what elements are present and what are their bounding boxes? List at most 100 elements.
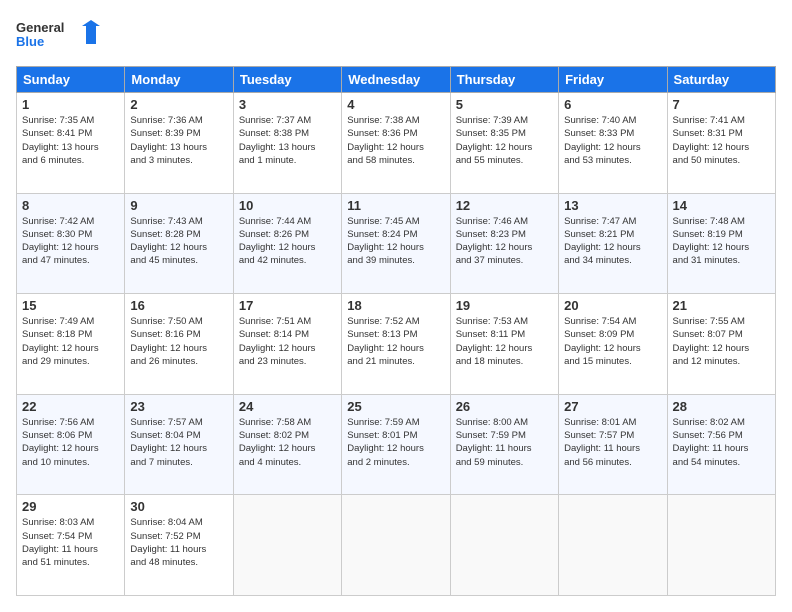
weekday-thursday: Thursday bbox=[450, 67, 558, 93]
day-info: Sunrise: 7:50 AMSunset: 8:16 PMDaylight:… bbox=[130, 315, 227, 368]
day-number: 1 bbox=[22, 97, 119, 112]
day-info: Sunrise: 7:38 AMSunset: 8:36 PMDaylight:… bbox=[347, 114, 444, 167]
weekday-tuesday: Tuesday bbox=[233, 67, 341, 93]
day-cell: 9 Sunrise: 7:43 AMSunset: 8:28 PMDaylight… bbox=[125, 193, 233, 294]
day-number: 29 bbox=[22, 499, 119, 514]
svg-text:Blue: Blue bbox=[16, 34, 44, 49]
day-number: 16 bbox=[130, 298, 227, 313]
day-info: Sunrise: 7:40 AMSunset: 8:33 PMDaylight:… bbox=[564, 114, 661, 167]
day-info: Sunrise: 8:04 AMSunset: 7:52 PMDaylight:… bbox=[130, 516, 227, 569]
week-row-1: 1 Sunrise: 7:35 AMSunset: 8:41 PMDaylight… bbox=[17, 93, 776, 194]
day-number: 18 bbox=[347, 298, 444, 313]
day-cell: 8 Sunrise: 7:42 AMSunset: 8:30 PMDaylight… bbox=[17, 193, 125, 294]
week-row-2: 8 Sunrise: 7:42 AMSunset: 8:30 PMDaylight… bbox=[17, 193, 776, 294]
day-cell: 5 Sunrise: 7:39 AMSunset: 8:35 PMDaylight… bbox=[450, 93, 558, 194]
day-info: Sunrise: 7:41 AMSunset: 8:31 PMDaylight:… bbox=[673, 114, 770, 167]
day-cell: 30Sunrise: 8:04 AMSunset: 7:52 PMDayligh… bbox=[125, 495, 233, 596]
day-cell: 10Sunrise: 7:44 AMSunset: 8:26 PMDayligh… bbox=[233, 193, 341, 294]
day-info: Sunrise: 7:39 AMSunset: 8:35 PMDaylight:… bbox=[456, 114, 553, 167]
logo: General Blue bbox=[16, 16, 106, 56]
day-number: 5 bbox=[456, 97, 553, 112]
day-cell: 20 Sunrise: 7:54 AMSunset: 8:09 PMDayligh… bbox=[559, 294, 667, 395]
day-info: Sunrise: 7:36 AMSunset: 8:39 PMDaylight:… bbox=[130, 114, 227, 167]
day-number: 21 bbox=[673, 298, 770, 313]
day-cell bbox=[667, 495, 775, 596]
calendar-table: SundayMondayTuesdayWednesdayThursdayFrid… bbox=[16, 66, 776, 596]
day-info: Sunrise: 8:02 AMSunset: 7:56 PMDaylight:… bbox=[673, 416, 770, 469]
day-info: Sunrise: 7:42 AMSunset: 8:30 PMDaylight:… bbox=[22, 215, 119, 268]
day-number: 27 bbox=[564, 399, 661, 414]
day-number: 8 bbox=[22, 198, 119, 213]
day-cell: 26 Sunrise: 8:00 AMSunset: 7:59 PMDayligh… bbox=[450, 394, 558, 495]
day-number: 3 bbox=[239, 97, 336, 112]
day-number: 2 bbox=[130, 97, 227, 112]
day-cell: 7Sunrise: 7:41 AMSunset: 8:31 PMDaylight… bbox=[667, 93, 775, 194]
day-cell: 14 Sunrise: 7:48 AMSunset: 8:19 PMDayligh… bbox=[667, 193, 775, 294]
day-info: Sunrise: 7:52 AMSunset: 8:13 PMDaylight:… bbox=[347, 315, 444, 368]
day-cell: 12 Sunrise: 7:46 AMSunset: 8:23 PMDayligh… bbox=[450, 193, 558, 294]
day-info: Sunrise: 7:54 AMSunset: 8:09 PMDaylight:… bbox=[564, 315, 661, 368]
day-cell bbox=[342, 495, 450, 596]
day-cell: 17 Sunrise: 7:51 AMSunset: 8:14 PMDayligh… bbox=[233, 294, 341, 395]
day-cell bbox=[233, 495, 341, 596]
week-row-3: 15 Sunrise: 7:49 AMSunset: 8:18 PMDayligh… bbox=[17, 294, 776, 395]
day-number: 14 bbox=[673, 198, 770, 213]
day-cell: 28 Sunrise: 8:02 AMSunset: 7:56 PMDayligh… bbox=[667, 394, 775, 495]
day-cell: 21 Sunrise: 7:55 AMSunset: 8:07 PMDayligh… bbox=[667, 294, 775, 395]
day-cell: 23 Sunrise: 7:57 AMSunset: 8:04 PMDayligh… bbox=[125, 394, 233, 495]
day-cell bbox=[559, 495, 667, 596]
weekday-sunday: Sunday bbox=[17, 67, 125, 93]
day-number: 26 bbox=[456, 399, 553, 414]
day-cell: 3 Sunrise: 7:37 AMSunset: 8:38 PMDaylight… bbox=[233, 93, 341, 194]
day-number: 23 bbox=[130, 399, 227, 414]
day-info: Sunrise: 7:47 AMSunset: 8:21 PMDaylight:… bbox=[564, 215, 661, 268]
day-cell: 15 Sunrise: 7:49 AMSunset: 8:18 PMDayligh… bbox=[17, 294, 125, 395]
weekday-monday: Monday bbox=[125, 67, 233, 93]
day-cell: 16 Sunrise: 7:50 AMSunset: 8:16 PMDayligh… bbox=[125, 294, 233, 395]
day-info: Sunrise: 8:03 AMSunset: 7:54 PMDaylight:… bbox=[22, 516, 119, 569]
day-info: Sunrise: 7:55 AMSunset: 8:07 PMDaylight:… bbox=[673, 315, 770, 368]
day-number: 28 bbox=[673, 399, 770, 414]
day-cell: 27 Sunrise: 8:01 AMSunset: 7:57 PMDayligh… bbox=[559, 394, 667, 495]
page: General Blue SundayMondayTuesdayWednesda… bbox=[0, 0, 792, 612]
day-info: Sunrise: 7:51 AMSunset: 8:14 PMDaylight:… bbox=[239, 315, 336, 368]
week-row-5: 29 Sunrise: 8:03 AMSunset: 7:54 PMDayligh… bbox=[17, 495, 776, 596]
day-info: Sunrise: 7:49 AMSunset: 8:18 PMDaylight:… bbox=[22, 315, 119, 368]
day-info: Sunrise: 7:35 AMSunset: 8:41 PMDaylight:… bbox=[22, 114, 119, 167]
day-info: Sunrise: 7:59 AMSunset: 8:01 PMDaylight:… bbox=[347, 416, 444, 469]
day-cell: 24 Sunrise: 7:58 AMSunset: 8:02 PMDayligh… bbox=[233, 394, 341, 495]
svg-text:General: General bbox=[16, 20, 64, 35]
day-info: Sunrise: 7:44 AMSunset: 8:26 PMDaylight:… bbox=[239, 215, 336, 268]
day-number: 11 bbox=[347, 198, 444, 213]
day-number: 15 bbox=[22, 298, 119, 313]
day-number: 24 bbox=[239, 399, 336, 414]
day-number: 4 bbox=[347, 97, 444, 112]
day-info: Sunrise: 7:43 AMSunset: 8:28 PMDaylight:… bbox=[130, 215, 227, 268]
day-cell: 1 Sunrise: 7:35 AMSunset: 8:41 PMDaylight… bbox=[17, 93, 125, 194]
weekday-friday: Friday bbox=[559, 67, 667, 93]
day-cell: 25Sunrise: 7:59 AMSunset: 8:01 PMDayligh… bbox=[342, 394, 450, 495]
day-info: Sunrise: 7:48 AMSunset: 8:19 PMDaylight:… bbox=[673, 215, 770, 268]
day-number: 19 bbox=[456, 298, 553, 313]
header: General Blue bbox=[16, 16, 776, 56]
day-info: Sunrise: 7:46 AMSunset: 8:23 PMDaylight:… bbox=[456, 215, 553, 268]
day-info: Sunrise: 8:00 AMSunset: 7:59 PMDaylight:… bbox=[456, 416, 553, 469]
day-cell: 6 Sunrise: 7:40 AMSunset: 8:33 PMDaylight… bbox=[559, 93, 667, 194]
day-cell bbox=[450, 495, 558, 596]
weekday-saturday: Saturday bbox=[667, 67, 775, 93]
day-number: 6 bbox=[564, 97, 661, 112]
day-info: Sunrise: 7:57 AMSunset: 8:04 PMDaylight:… bbox=[130, 416, 227, 469]
day-cell: 19Sunrise: 7:53 AMSunset: 8:11 PMDayligh… bbox=[450, 294, 558, 395]
day-cell: 11Sunrise: 7:45 AMSunset: 8:24 PMDayligh… bbox=[342, 193, 450, 294]
day-number: 17 bbox=[239, 298, 336, 313]
day-number: 12 bbox=[456, 198, 553, 213]
day-number: 22 bbox=[22, 399, 119, 414]
day-cell: 29 Sunrise: 8:03 AMSunset: 7:54 PMDayligh… bbox=[17, 495, 125, 596]
day-number: 9 bbox=[130, 198, 227, 213]
day-info: Sunrise: 7:37 AMSunset: 8:38 PMDaylight:… bbox=[239, 114, 336, 167]
day-number: 20 bbox=[564, 298, 661, 313]
day-cell: 4 Sunrise: 7:38 AMSunset: 8:36 PMDaylight… bbox=[342, 93, 450, 194]
day-cell: 2 Sunrise: 7:36 AMSunset: 8:39 PMDaylight… bbox=[125, 93, 233, 194]
day-info: Sunrise: 7:58 AMSunset: 8:02 PMDaylight:… bbox=[239, 416, 336, 469]
day-info: Sunrise: 8:01 AMSunset: 7:57 PMDaylight:… bbox=[564, 416, 661, 469]
